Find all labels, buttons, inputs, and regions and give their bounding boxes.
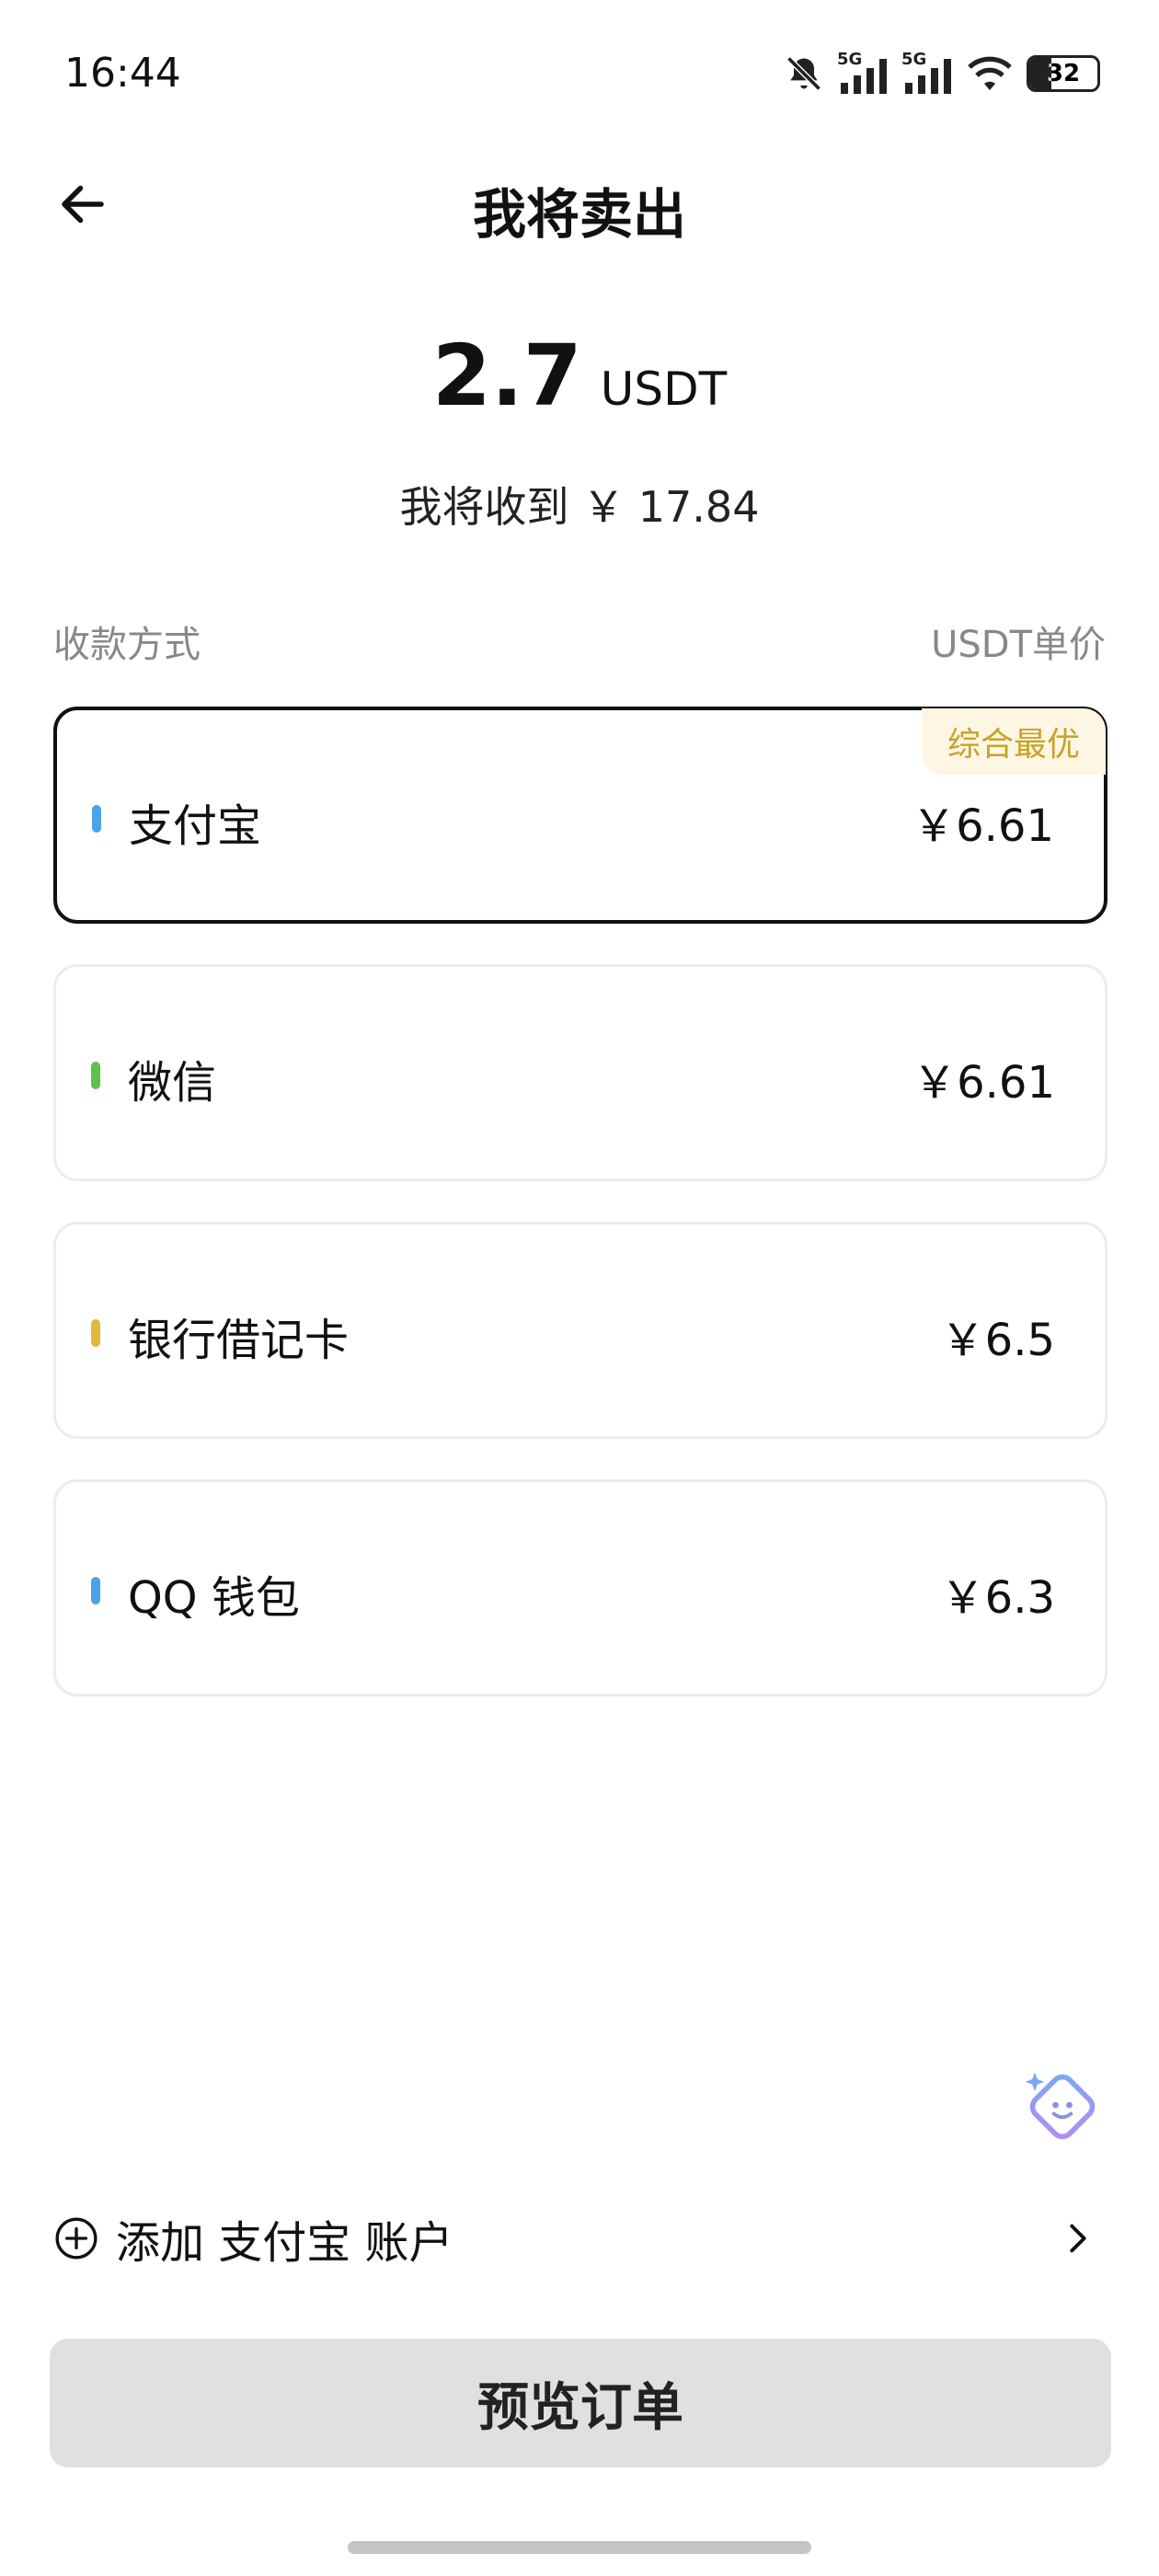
section-labels: 收款方式 USDT单价 (53, 615, 1106, 668)
method-color-dot (92, 805, 101, 833)
method-price: ￥6.61 (912, 1057, 1055, 1109)
best-badge: 综合最优 (921, 708, 1106, 775)
method-label: 收款方式 (53, 624, 201, 666)
method-name: 微信 (128, 1057, 217, 1109)
method-name: QQ 钱包 (128, 1572, 300, 1624)
signal-2: 5G (901, 50, 953, 94)
method-qq-wallet[interactable]: QQ 钱包 ￥6.3 (53, 1479, 1107, 1696)
plus-circle-icon (55, 2217, 98, 2260)
assistant-button[interactable] (1021, 2065, 1104, 2148)
payment-method-list: 支付宝 ￥6.61 综合最优 微信 ￥6.61 银行借记卡 ￥6.5 QQ 钱包… (53, 707, 1107, 1737)
status-bar: 16:44 5G 5G 32 (0, 0, 1159, 156)
method-price: ￥6.61 (912, 800, 1054, 852)
chevron-right-icon (1070, 2224, 1086, 2253)
assistant-face-icon (1025, 2072, 1096, 2140)
method-color-dot (91, 1062, 100, 1089)
battery-icon: 32 (1027, 55, 1100, 92)
wifi-icon (968, 56, 1012, 90)
add-account-label: 添加 支付宝 账户 (116, 2217, 453, 2269)
add-account-row[interactable]: 添加 支付宝 账户 (53, 2197, 1107, 2280)
method-price: ￥6.5 (940, 1315, 1055, 1366)
method-name: 银行借记卡 (128, 1315, 350, 1366)
battery-level: 32 (1046, 60, 1081, 87)
amount-value: 2.7 (431, 327, 582, 425)
method-alipay[interactable]: 支付宝 ￥6.61 综合最优 (53, 707, 1107, 924)
preview-order-button[interactable]: 预览订单 (50, 2339, 1111, 2467)
status-icons: 5G 5G 32 (784, 50, 1100, 94)
sell-amount: 2.7 USDT (0, 327, 1159, 425)
status-time: 16:44 (64, 50, 181, 97)
header: 我将卖出 (0, 156, 1159, 258)
method-color-dot (91, 1319, 100, 1347)
signal-1: 5G (837, 50, 889, 94)
method-price: ￥6.3 (940, 1572, 1055, 1624)
method-color-dot (91, 1577, 100, 1604)
method-bank-card[interactable]: 银行借记卡 ￥6.5 (53, 1222, 1107, 1439)
bell-mute-icon (786, 56, 821, 91)
method-wechat[interactable]: 微信 ￥6.61 (53, 964, 1107, 1181)
method-name: 支付宝 (129, 800, 262, 852)
signal-icon (905, 59, 951, 94)
amount-unit: USDT (600, 362, 728, 416)
signal-icon (841, 59, 887, 94)
home-indicator[interactable] (348, 2541, 811, 2554)
price-label: USDT单价 (931, 624, 1106, 666)
page-title: 我将卖出 (472, 183, 686, 246)
receive-text: 我将收到 ￥ 17.84 (399, 482, 760, 532)
